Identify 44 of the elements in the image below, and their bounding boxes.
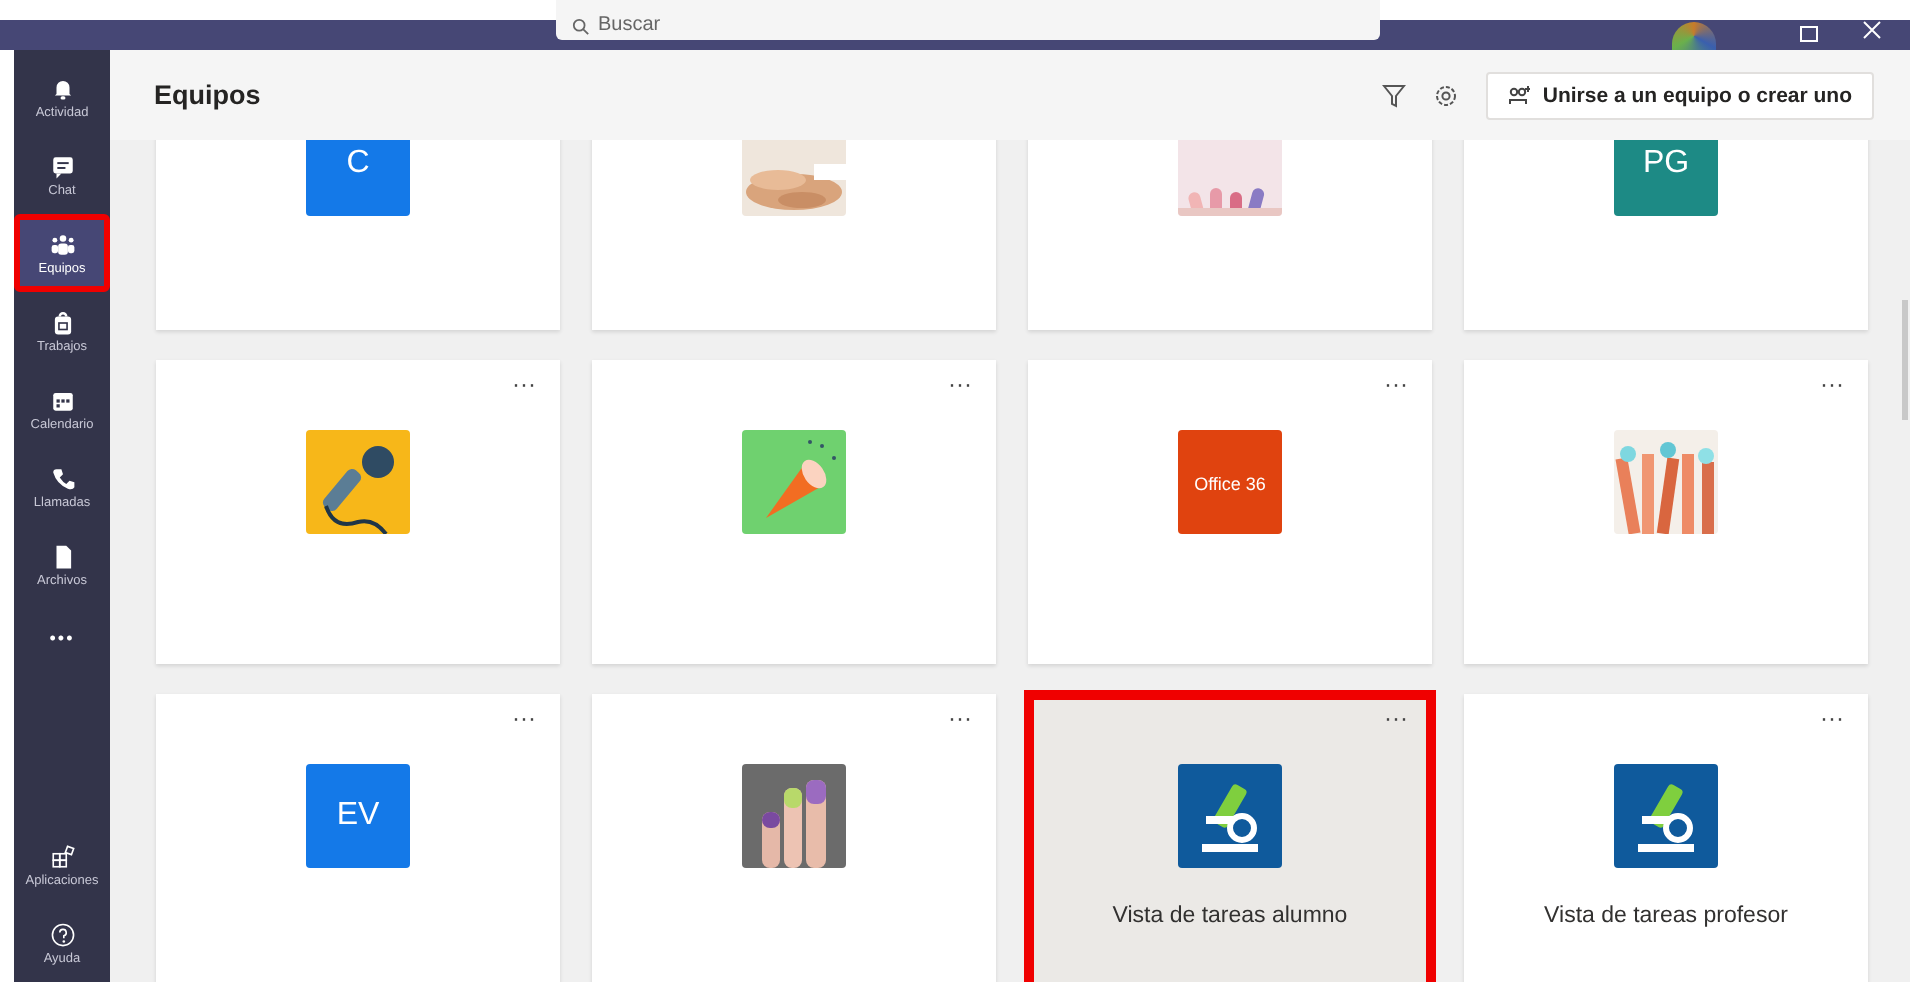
team-avatar: C xyxy=(306,140,410,216)
chat-icon xyxy=(49,153,75,179)
phone-icon xyxy=(49,465,75,491)
bell-icon xyxy=(49,75,75,101)
more-options-button[interactable]: ··· xyxy=(1820,370,1844,398)
scrollbar[interactable] xyxy=(1902,300,1908,420)
search-field[interactable]: Buscar xyxy=(556,0,1380,40)
team-card[interactable]: ··· Vista de tareas alumno xyxy=(1028,694,1432,982)
more-apps-button[interactable]: ••• xyxy=(49,628,75,648)
teams-icon xyxy=(49,231,75,257)
team-card[interactable]: ··· Vista de tareas profesor xyxy=(1464,694,1868,982)
close-icon[interactable] xyxy=(1862,20,1882,40)
team-card[interactable]: C xyxy=(156,140,560,330)
team-card[interactable]: ··· xyxy=(592,694,996,982)
more-options-button[interactable]: ··· xyxy=(1820,704,1844,732)
search-icon xyxy=(572,18,590,36)
settings-icon[interactable] xyxy=(1434,83,1459,107)
more-options-button[interactable]: ··· xyxy=(1384,370,1408,398)
help-icon xyxy=(49,921,75,947)
filter-icon[interactable] xyxy=(1382,83,1407,107)
office-logo: Office 36 xyxy=(1178,430,1282,534)
join-team-button[interactable]: Unirse a un equipo o crear uno xyxy=(1486,71,1874,119)
apps-icon xyxy=(49,843,75,869)
more-options-button[interactable]: ··· xyxy=(948,704,972,732)
team-name: Vista de tareas alumno xyxy=(1112,904,1348,928)
more-options-button[interactable]: ··· xyxy=(512,370,536,398)
team-avatar: EV xyxy=(306,764,410,868)
team-card[interactable]: ··· xyxy=(592,360,996,664)
more-options-button[interactable]: ··· xyxy=(948,370,972,398)
team-avatar: PG xyxy=(1614,140,1718,216)
more-options-button[interactable]: ··· xyxy=(1384,704,1408,732)
team-name: Vista de tareas profesor xyxy=(1544,904,1788,928)
bag-icon xyxy=(49,309,75,335)
team-card[interactable]: ··· EV xyxy=(156,694,560,982)
calendar-icon xyxy=(49,387,75,413)
add-people-icon xyxy=(1508,85,1531,105)
team-card[interactable]: ··· xyxy=(156,360,560,664)
team-card[interactable]: PG xyxy=(1464,140,1868,330)
page-title: Equipos xyxy=(154,80,263,110)
maximize-icon[interactable] xyxy=(1800,26,1818,42)
team-card[interactable]: ··· Office 36 xyxy=(1028,360,1432,664)
team-card[interactable]: ··· xyxy=(1464,360,1868,664)
avatar[interactable] xyxy=(1672,22,1716,50)
more-options-button[interactable]: ··· xyxy=(512,704,536,732)
